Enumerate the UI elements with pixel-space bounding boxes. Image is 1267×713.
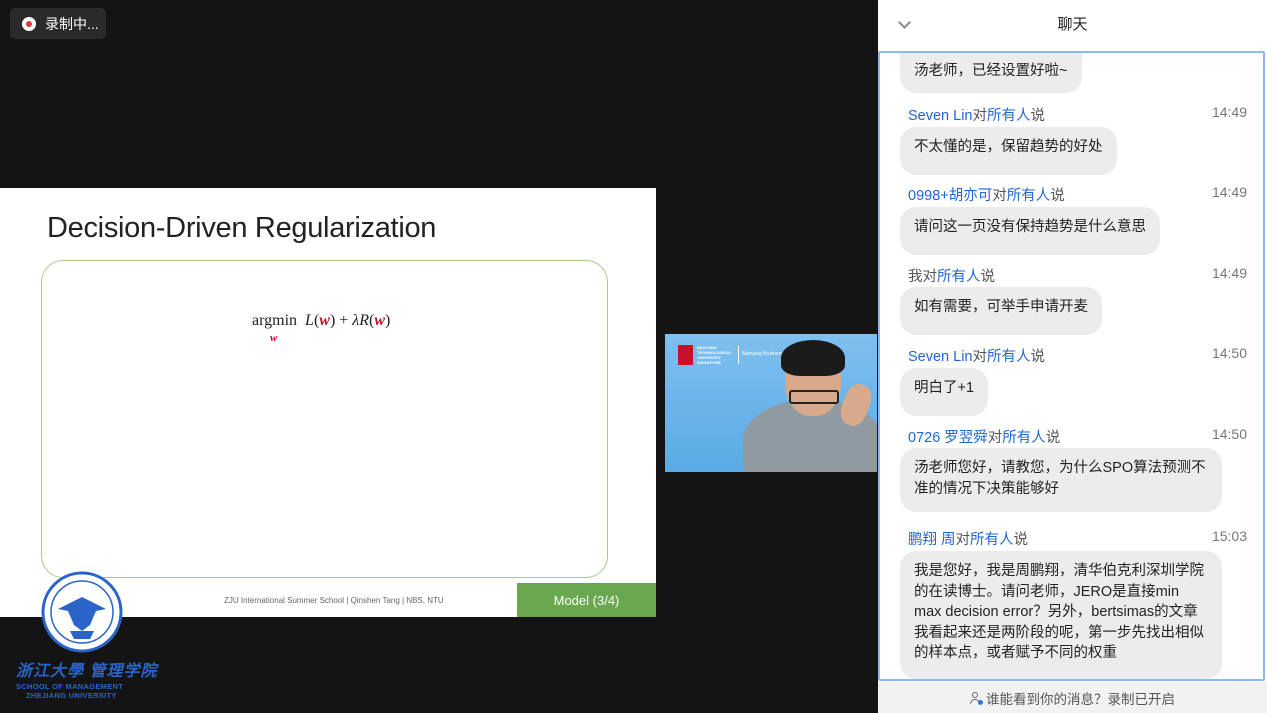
formula-w1: w (319, 312, 330, 329)
message-to-word: 对 (972, 108, 988, 124)
formula-w2: w (374, 312, 386, 329)
message-sender: 鹏翔 周 (908, 532, 956, 548)
ntu-crest-icon (678, 345, 693, 365)
message-header: Seven Lin对所有人说 (908, 104, 1045, 125)
message-header: 鹏翔 周对所有人说 (908, 528, 1028, 549)
chat-visibility-notice[interactable]: 谁能看到你的消息？录制已开启 (878, 682, 1267, 713)
formula-argmin: argmin (252, 312, 298, 329)
message-header: 0998+胡亦可对所有人说 (908, 184, 1065, 205)
formula-subscript: w (270, 332, 278, 344)
message-time: 14:50 (1211, 345, 1247, 361)
chat-panel: 聊天 汤老师，已经设置好啦~ Seven Lin对所有人说 14:49 不太懂的… (878, 0, 1267, 713)
logo-divider (738, 346, 739, 364)
recording-indicator[interactable]: 录制中... (10, 8, 106, 39)
message-bubble: 请问这一页没有保持趋势是什么意思 (900, 207, 1160, 255)
message-sender-self: 我 (908, 269, 923, 285)
formula-L: L (305, 312, 314, 329)
formula-R: R (359, 312, 370, 329)
message-target: 所有人 (987, 108, 1031, 124)
message-say-word: 说 (980, 269, 996, 285)
slide-content-box (41, 260, 608, 578)
message-time: 14:50 (1211, 426, 1247, 442)
zju-logo-english-1: SCHOOL OF MANAGEMENT (16, 682, 124, 691)
message-to-word: 对 (992, 188, 1007, 204)
message-header: 0726 罗翌舜对所有人说 (908, 426, 1060, 447)
message-say-word: 说 (1050, 188, 1065, 204)
message-sender: Seven Lin (908, 108, 973, 124)
message-say-word: 说 (1030, 349, 1046, 365)
slide-title: Decision-Driven Regularization (47, 212, 437, 244)
message-time: 14:49 (1211, 265, 1247, 281)
chat-title: 聊天 (1057, 16, 1088, 33)
chat-footer-text: 谁能看到你的消息？录制已开启 (986, 691, 1175, 707)
message-header: 我对所有人说 (908, 265, 995, 286)
zju-logo-chinese: 浙江大學 管理学院 (16, 663, 158, 680)
message-to-word: 对 (972, 349, 988, 365)
message-to-word: 对 (987, 430, 1003, 446)
message-say-word: 说 (1045, 430, 1061, 446)
message-sender: 0726 罗翌舜 (908, 430, 988, 446)
message-bubble: 明白了+1 (900, 368, 989, 416)
presenter-video-tile[interactable]: NANYANG TECHNOLOGICAL UNIVERSITY SINGAPO… (665, 334, 877, 472)
message-say-word: 说 (1030, 108, 1046, 124)
record-icon (22, 16, 36, 31)
message-sender: Seven Lin (908, 349, 973, 365)
message-say-word: 说 (1013, 532, 1029, 548)
slide-formula: argmin L(w) + λR(w) (252, 312, 391, 329)
message-to-word: 对 (955, 532, 971, 548)
message-header: Seven Lin对所有人说 (908, 345, 1045, 366)
presenter-hair (781, 340, 845, 376)
recording-label: 录制中... (45, 15, 99, 32)
presenter-glasses (789, 390, 839, 404)
shared-slide: Decision-Driven Regularization argmin L(… (0, 188, 656, 617)
message-target: 所有人 (970, 532, 1014, 548)
message-bubble: 汤老师您好，请教您，为什么SPO算法预测不准的情况下决策能够好 (900, 448, 1222, 512)
message-target: 所有人 (987, 349, 1031, 365)
message-time: 14:49 (1211, 104, 1247, 120)
person-visibility-icon (970, 691, 983, 705)
message-target: 所有人 (937, 269, 981, 285)
message-to-word: 对 (922, 269, 938, 285)
message-bubble: 如有需要，可举手申请开麦 (900, 287, 1102, 335)
chat-message-list[interactable]: 汤老师，已经设置好啦~ Seven Lin对所有人说 14:49 不太懂的是，保… (878, 51, 1265, 681)
message-time: 15:03 (1211, 528, 1247, 544)
slide-footer: ZJU International Summer School | Qinshe… (224, 596, 444, 605)
message-target: 所有人 (1002, 430, 1046, 446)
ntu-logo-text: NANYANG TECHNOLOGICAL UNIVERSITY SINGAPO… (697, 345, 732, 365)
message-bubble: 我是您好，我是周鹏翔，清华伯克利深圳学院的在读博士。请问老师，JERO是直接mi… (900, 551, 1222, 679)
zju-emblem-icon (41, 571, 123, 653)
chat-header: 聊天 (878, 0, 1267, 50)
slide-section-tab: Model (3/4) (517, 583, 656, 617)
message-target: 所有人 (1006, 188, 1051, 204)
message-time: 14:49 (1211, 184, 1247, 200)
formula-plus: + (339, 312, 349, 329)
message-bubble: 不太懂的是，保留趋势的好处 (900, 127, 1117, 175)
message-sender: 0998+胡亦可 (908, 188, 993, 204)
message-bubble: 汤老师，已经设置好啦~ (900, 53, 1082, 93)
zju-logo-english-2: ZHEJIANG UNIVERSITY (26, 691, 117, 700)
